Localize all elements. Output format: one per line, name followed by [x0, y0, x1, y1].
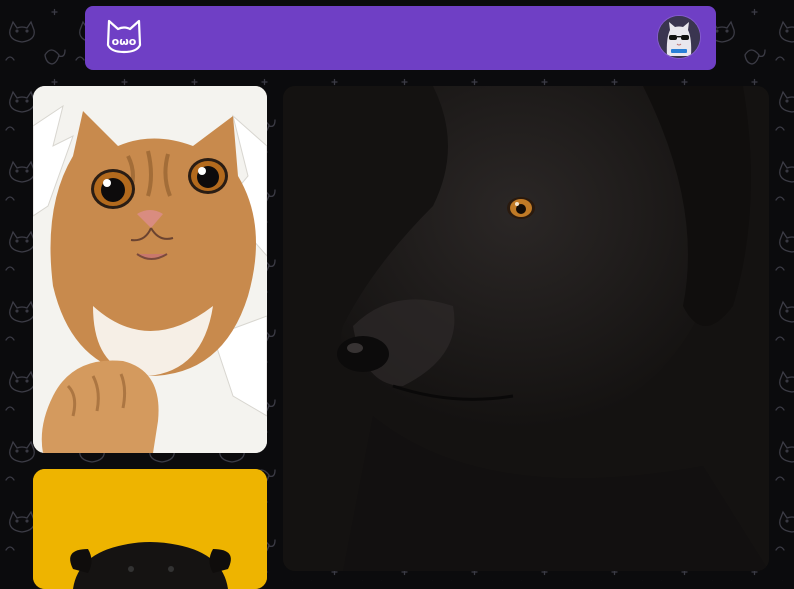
gallery-card-pug[interactable] [33, 469, 267, 589]
top-navigation-bar [85, 6, 716, 70]
svg-text:oωo: oωo [112, 35, 137, 48]
gallery-card-kitten[interactable] [33, 86, 267, 453]
user-avatar[interactable] [658, 16, 700, 58]
pug-photo [33, 469, 267, 589]
kitten-photo [33, 86, 267, 453]
owo-cat-logo-icon[interactable]: oωo [104, 15, 144, 55]
black-dog-photo [283, 86, 769, 571]
gallery-card-black-dog[interactable] [283, 86, 769, 571]
